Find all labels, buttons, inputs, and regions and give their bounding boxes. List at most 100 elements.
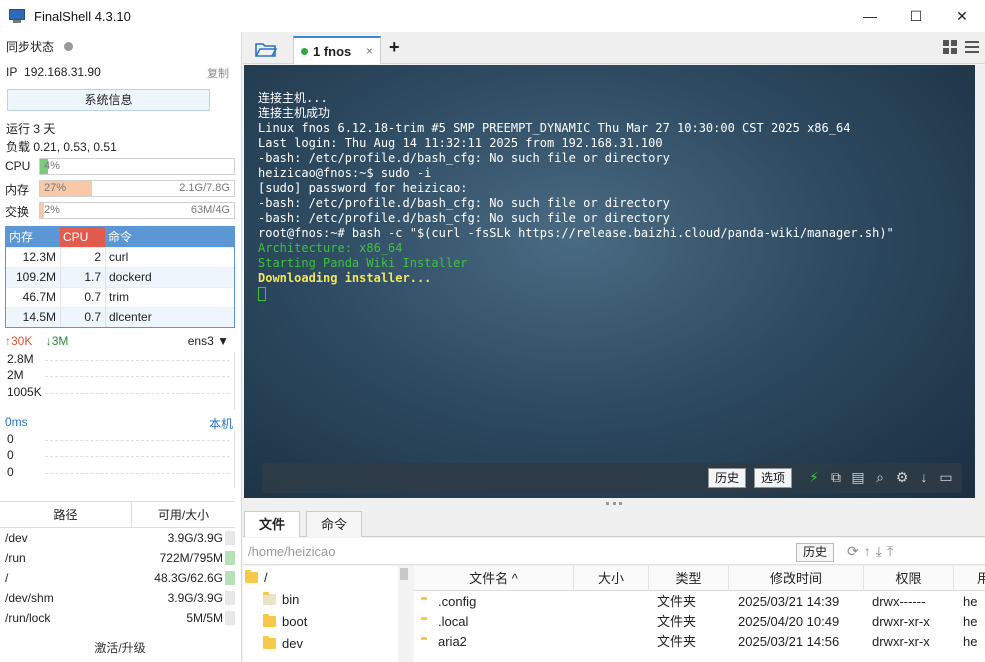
disk-path: /dev/shm xyxy=(5,591,54,605)
disk-usage-bar xyxy=(225,591,235,605)
system-monitor-panel: 同步状态 IP 192.168.31.90 复制 系统信息 运行 3 天 负载 … xyxy=(0,32,242,662)
arrow-down-icon[interactable]: ↓ xyxy=(916,469,932,485)
tab-commands[interactable]: 命令 xyxy=(306,511,363,537)
tree-item[interactable]: boot xyxy=(263,614,307,629)
maximize-button[interactable]: ☐ xyxy=(893,0,939,32)
up-directory-icon[interactable]: ↑ xyxy=(864,543,871,560)
lightning-icon[interactable]: ⚡ xyxy=(806,469,822,485)
process-row[interactable]: 14.5M 0.7 dlcenter xyxy=(6,307,234,327)
paste-icon[interactable]: ▤ xyxy=(850,469,866,485)
process-row[interactable]: 109.2M 1.7 dockerd xyxy=(6,267,234,287)
minimize-button[interactable]: — xyxy=(847,0,893,32)
file-list: 文件名 ^ 大小 类型 修改时间 权限 用 .config 文件夹 2025/0… xyxy=(414,566,985,662)
terminal-line: Last login: Thu Aug 14 11:32:11 2025 fro… xyxy=(258,136,663,150)
memory-meter: 内存 27% 2.1G/7.8G xyxy=(5,180,235,197)
menu-icon[interactable] xyxy=(965,40,979,54)
file-name: aria2 xyxy=(438,634,467,649)
disk-size: 3.9G/3.9G xyxy=(167,531,223,545)
network-interface-select[interactable]: ens3 ▼ xyxy=(188,334,229,348)
process-row[interactable]: 12.3M 2 curl xyxy=(6,247,234,267)
process-header-cpu[interactable]: CPU xyxy=(60,227,105,247)
download-icon[interactable]: ⤓ xyxy=(876,543,882,560)
disk-usage-bar xyxy=(225,611,235,625)
gear-icon[interactable]: ⚙ xyxy=(894,469,910,485)
column-filename[interactable]: 文件名 ^ xyxy=(414,566,574,591)
terminal-line: 连接主机成功 xyxy=(258,106,331,120)
latency-graph: 0 0 0 xyxy=(5,430,235,488)
process-row[interactable]: 46.7M 0.7 trim xyxy=(6,287,234,307)
open-folder-icon[interactable] xyxy=(255,41,277,57)
close-tab-icon[interactable]: × xyxy=(366,44,373,58)
process-command: dlcenter xyxy=(105,308,234,327)
file-row[interactable]: .config 文件夹 2025/03/21 14:39 drwx------ … xyxy=(414,592,985,612)
file-mtime: 2025/03/21 14:39 xyxy=(738,594,840,609)
upload-icon[interactable]: ⤒ xyxy=(887,543,893,560)
column-modified[interactable]: 修改时间 xyxy=(729,566,864,591)
file-row[interactable]: aria2 文件夹 2025/03/21 14:56 drwxr-xr-x he xyxy=(414,632,985,652)
terminal[interactable]: 连接主机... 连接主机成功 Linux fnos 6.12.18-trim #5 … xyxy=(244,65,975,498)
path-input[interactable]: /home/heizicao xyxy=(248,544,335,559)
terminal-toolbar: 历史 选项 ⚡ ⧉ ▤ ⌕ ⚙ ↓ ▭ xyxy=(262,463,962,493)
uptime: 运行 3 天 xyxy=(6,122,56,136)
window-icon[interactable]: ▭ xyxy=(938,469,954,485)
column-owner[interactable]: 用 xyxy=(954,566,985,591)
disk-row[interactable]: /run/lock 5M/5M xyxy=(0,608,235,628)
grid-layout-icon[interactable] xyxy=(943,40,957,54)
copy-ip-link[interactable]: 复制 xyxy=(207,65,229,81)
tab-files[interactable]: 文件 xyxy=(244,511,301,537)
session-tab-bar: 1 fnos × + xyxy=(243,32,985,64)
tree-scrollbar[interactable] xyxy=(398,566,410,662)
app-icon xyxy=(9,9,25,23)
system-info-button[interactable]: 系统信息 xyxy=(7,89,210,111)
refresh-icon[interactable]: ⟳ xyxy=(847,543,859,560)
tree-item[interactable]: bin xyxy=(263,592,299,607)
path-history-button[interactable]: 历史 xyxy=(796,543,835,562)
sync-status-label: 同步状态 xyxy=(6,40,55,54)
graph-label: 2.8M xyxy=(7,352,34,366)
column-permissions[interactable]: 权限 xyxy=(864,566,954,591)
disk-size: 722M/795M xyxy=(159,551,223,565)
folder-icon xyxy=(263,614,276,627)
tree-item-label: dev xyxy=(282,636,303,651)
disk-table: 路径 可用/大小 /dev 3.9G/3.9G /run 722M/795M / 48… xyxy=(0,501,235,628)
history-button[interactable]: 历史 xyxy=(708,468,747,488)
disk-row[interactable]: /dev 3.9G/3.9G xyxy=(0,528,235,548)
terminal-scrollbar[interactable] xyxy=(975,65,985,498)
disk-row[interactable]: /run 722M/795M xyxy=(0,548,235,568)
terminal-line: -bash: /etc/profile.d/bash_cfg: No such … xyxy=(258,196,670,210)
terminal-line: Architecture: x86_64 xyxy=(258,241,403,255)
meter-percent: 2% xyxy=(44,204,60,216)
tree-item-label: bin xyxy=(282,592,300,607)
sync-status-dot-icon xyxy=(64,42,74,51)
network-interface-value: ens3 xyxy=(187,334,214,348)
panel-splitter[interactable] xyxy=(243,498,985,510)
disk-row[interactable]: /dev/shm 3.9G/3.9G xyxy=(0,588,235,608)
process-cpu: 1.7 xyxy=(60,268,105,287)
column-size[interactable]: 大小 xyxy=(574,566,649,591)
window-title: FinalShell 4.3.10 xyxy=(34,8,131,24)
process-header-memory[interactable]: 内存 xyxy=(6,227,60,247)
add-tab-button[interactable]: + xyxy=(389,37,400,58)
close-button[interactable]: ✕ xyxy=(939,0,985,32)
column-type[interactable]: 类型 xyxy=(649,566,729,591)
process-command: trim xyxy=(105,288,234,307)
copy-icon[interactable]: ⧉ xyxy=(828,469,844,485)
tab-session-fnos[interactable]: 1 fnos × xyxy=(293,36,381,64)
activate-upgrade-link[interactable]: 激活/升级 xyxy=(0,639,240,656)
disk-row[interactable]: / 48.3G/62.6G xyxy=(0,568,235,588)
tree-item[interactable]: / xyxy=(245,570,268,585)
process-command: curl xyxy=(105,248,234,267)
disk-header-path[interactable]: 路径 xyxy=(0,502,132,527)
search-icon[interactable]: ⌕ xyxy=(872,469,888,485)
process-header-command[interactable]: 命令 xyxy=(105,227,234,247)
file-permissions: drwxr-xr-x xyxy=(872,614,930,629)
connected-status-icon xyxy=(301,47,308,55)
disk-path: / xyxy=(5,571,9,585)
file-row[interactable]: .local 文件夹 2025/04/20 10:49 drwxr-xr-x h… xyxy=(414,612,985,632)
tab-label: 1 fnos xyxy=(313,43,352,59)
options-button[interactable]: 选项 xyxy=(754,468,793,488)
folder-link-icon xyxy=(263,592,276,605)
tree-item[interactable]: dev xyxy=(263,636,303,651)
file-name: .local xyxy=(438,614,469,629)
disk-header-size[interactable]: 可用/大小 xyxy=(132,502,235,527)
